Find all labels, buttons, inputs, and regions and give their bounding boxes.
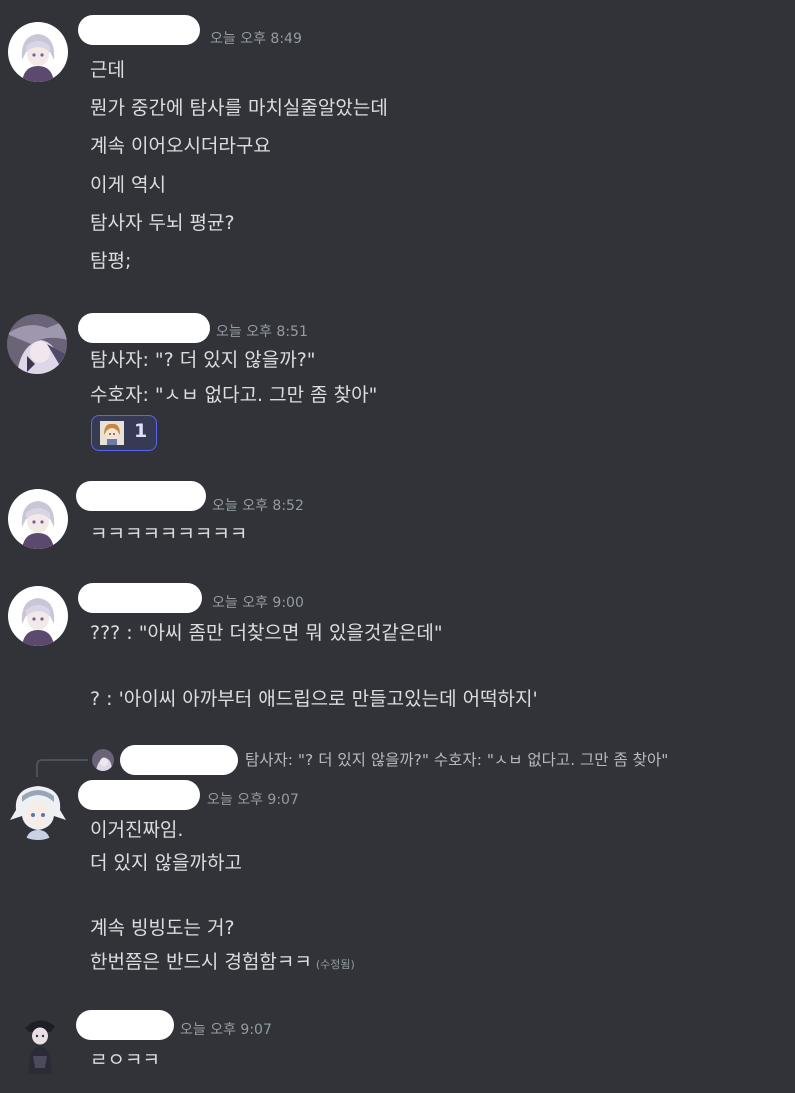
custom-emoji-icon: [100, 421, 124, 445]
reply-preview[interactable]: 탐사자: "? 더 있지 않을까?" 수호자: "ㅅㅂ 없다고. 그만 좀 찾아…: [245, 750, 668, 770]
message-text: 더 있지 않을까하고: [90, 852, 242, 874]
message-timestamp: 오늘 오후 8:51: [216, 324, 308, 340]
reaction-button[interactable]: 1: [91, 415, 157, 451]
username-redacted[interactable]: [78, 583, 202, 613]
message-timestamp: 오늘 오후 9:00: [212, 595, 304, 611]
avatar[interactable]: [8, 22, 68, 82]
message-text-content: 한번쯤은 반드시 경험함ㅋㅋ: [90, 951, 312, 973]
reply-spine: [36, 759, 88, 777]
username-redacted[interactable]: [78, 780, 200, 810]
message-timestamp: 오늘 오후 9:07: [207, 792, 299, 808]
message-text: 탐사자 두뇌 평균?: [90, 212, 235, 234]
avatar[interactable]: [17, 1012, 61, 1074]
message-timestamp: 오늘 오후 8:52: [212, 498, 304, 514]
username-redacted[interactable]: [76, 1010, 174, 1040]
avatar[interactable]: [8, 586, 68, 646]
message-text: 탐사자: "? 더 있지 않을까?": [90, 349, 316, 371]
avatar[interactable]: [8, 489, 68, 549]
message-text: 계속 이어오시더라구요: [90, 135, 271, 157]
message-text: 근데: [90, 59, 125, 81]
message-timestamp: 오늘 오후 8:49: [210, 31, 302, 47]
message-timestamp: 오늘 오후 9:07: [180, 1022, 272, 1038]
message-text: 수호자: "ㅅㅂ 없다고. 그만 좀 찾아": [90, 384, 378, 406]
message-text: ??? : "아씨 좀만 더찾으면 뭐 있을것같은데": [90, 622, 443, 644]
message-text: 이게 역시: [90, 174, 166, 196]
avatar[interactable]: [7, 314, 67, 374]
username-redacted[interactable]: [76, 481, 206, 511]
username-redacted[interactable]: [78, 15, 200, 45]
message-text: ㅋㅋㅋㅋㅋㅋㅋㅋㅋ: [90, 523, 248, 545]
message-text: 뭔가 중간에 탐사를 마치실줄알았는데: [90, 97, 388, 119]
reply-avatar[interactable]: [92, 749, 114, 771]
message-text: 이거진짜임.: [90, 819, 184, 841]
chat-message-list: 오늘 오후 8:49 근데 뭔가 중간에 탐사를 마치실줄알았는데 계속 이어오…: [0, 0, 795, 1093]
message-text: 한번쯤은 반드시 경험함ㅋㅋ (수정됨): [90, 950, 355, 977]
message-text: ? : '아이씨 아까부터 애드립으로 만들고있는데 어떡하지': [90, 688, 538, 710]
avatar[interactable]: [8, 780, 68, 840]
reaction-count: 1: [134, 420, 148, 442]
message-text: 탐평;: [90, 250, 132, 272]
username-redacted[interactable]: [78, 313, 210, 343]
message-text: ㄹㅇㅋㅋ: [90, 1049, 160, 1071]
edited-indicator: (수정됨): [315, 958, 355, 971]
message-text: 계속 빙빙도는 거?: [90, 917, 235, 939]
reply-username-redacted[interactable]: [120, 745, 238, 775]
